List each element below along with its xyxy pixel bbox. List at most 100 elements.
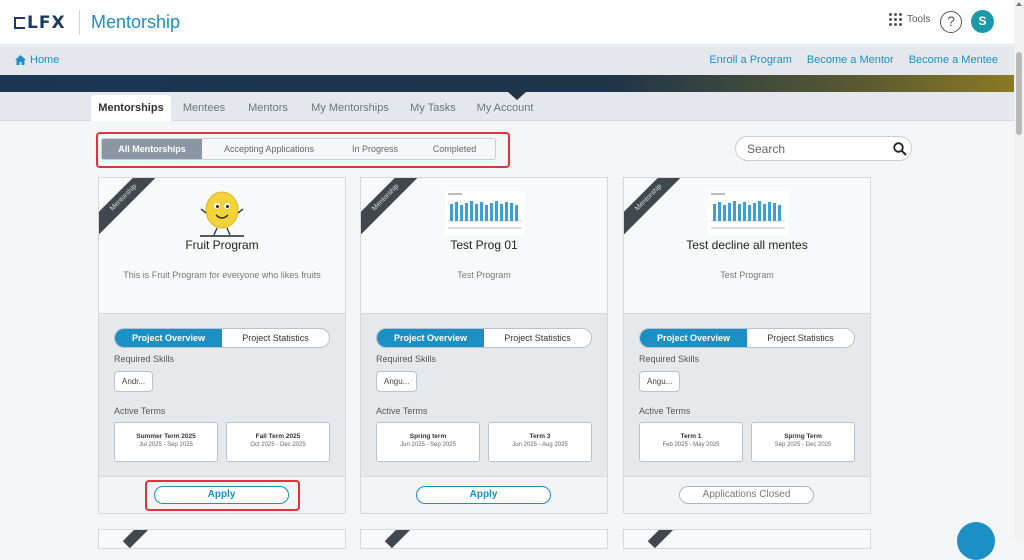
term-name: Fall Term 2025 (255, 433, 301, 440)
card-description: This is Fruit Program for everyone who l… (123, 270, 321, 280)
card-details: Project Overview Project Statistics Requ… (99, 313, 345, 476)
program-card-partial (360, 529, 608, 549)
term-box[interactable]: Spring term Jun 2025 - Sep 2025 (376, 422, 480, 462)
project-overview-tab[interactable]: Project Overview (640, 329, 747, 347)
term-dates: Oct 2025 - Dec 2025 (250, 442, 306, 448)
term-box[interactable]: Term 3 Jun 2025 - Aug 2025 (488, 422, 592, 462)
term-dates: Sep 2025 - Dec 2025 (774, 442, 832, 448)
tab-my-mentorships[interactable]: My Mentorships (306, 95, 394, 121)
mentorship-ribbon: Mentorship (624, 178, 694, 243)
applications-closed-button: Applications Closed (679, 486, 814, 504)
overview-statistics-toggle: Project Overview Project Statistics (114, 328, 330, 348)
card-title[interactable]: Test decline all mentes (624, 238, 870, 252)
logo-mark-icon (14, 17, 25, 29)
filter-in-progress[interactable]: In Progress (336, 139, 414, 159)
tab-mentees[interactable]: Mentees (176, 95, 232, 121)
project-statistics-tab[interactable]: Project Statistics (484, 329, 591, 347)
filter-accepting-applications[interactable]: Accepting Applications (202, 139, 336, 159)
home-icon (15, 55, 26, 65)
mentorship-ribbon: Mentorship (99, 178, 169, 243)
filter-completed[interactable]: Completed (414, 139, 495, 159)
apply-button[interactable]: Apply (416, 486, 551, 504)
floating-action-button[interactable] (957, 522, 995, 560)
search-icon[interactable] (893, 142, 907, 156)
apply-highlight (145, 480, 300, 511)
logo-divider (79, 10, 80, 35)
overview-statistics-toggle: Project Overview Project Statistics (376, 328, 592, 348)
gradient-banner (0, 75, 1014, 92)
card-header: Mentorship Fruit Program This is Fruit P… (99, 178, 345, 313)
term-box[interactable]: Fall Term 2025 Oct 2025 - Dec 2025 (226, 422, 330, 462)
lfx-logo[interactable]: LFX (14, 13, 66, 33)
active-terms-label: Active Terms (114, 406, 166, 416)
term-name: Term 1 (680, 433, 702, 440)
card-footer: Apply (361, 476, 607, 513)
tab-my-tasks[interactable]: My Tasks (404, 95, 462, 121)
help-icon[interactable]: ? (940, 11, 962, 33)
filter-all-mentorships[interactable]: All Mentorships (102, 139, 202, 159)
scroll-up-icon[interactable] (1016, 2, 1022, 6)
tools-label: Tools (907, 14, 931, 25)
card-title[interactable]: Fruit Program (99, 238, 345, 252)
app-title[interactable]: Mentorship (91, 12, 180, 33)
mentorship-ribbon (647, 530, 691, 548)
card-header: Mentorship Test decline all mentes Test … (624, 178, 870, 313)
skill-chip: Angu... (376, 371, 418, 392)
project-overview-tab[interactable]: Project Overview (377, 329, 484, 347)
grid-icon (889, 13, 902, 26)
program-card-partial (623, 529, 871, 549)
sub-navigation: Home Enroll a Program Become a Mentor Be… (0, 46, 1014, 75)
term-name: Term 3 (529, 433, 551, 440)
search-input[interactable] (747, 141, 887, 157)
mentorship-ribbon: Mentorship (361, 178, 431, 243)
avatar[interactable]: S (971, 10, 994, 33)
term-dates: Jul 2025 - Sep 2025 (139, 442, 193, 448)
program-card: Mentorship Fruit Program This is Fruit P… (98, 177, 346, 514)
skill-chip: Angu... (639, 371, 681, 392)
scroll-thumb[interactable] (1016, 52, 1022, 135)
term-name: Summer Term 2025 (136, 433, 196, 440)
term-box[interactable]: Term 1 Feb 2025 - May 2025 (639, 422, 743, 462)
tab-mentorships[interactable]: Mentorships (91, 95, 171, 121)
skill-chip: Andr... (114, 371, 154, 392)
project-statistics-tab[interactable]: Project Statistics (222, 329, 329, 347)
program-card: Mentorship Test decline all mentes Test … (623, 177, 871, 514)
program-card: Mentorship Test Prog 01 Test Program Pro… (360, 177, 608, 514)
term-box[interactable]: Spring Term Sep 2025 - Dec 2025 (751, 422, 855, 462)
project-overview-tab[interactable]: Project Overview (115, 329, 222, 347)
term-dates: Feb 2025 - May 2025 (662, 442, 720, 448)
subnav-links: Enroll a Program Become a Mentor Become … (709, 54, 998, 66)
home-link[interactable]: Home (15, 54, 59, 66)
enroll-program-link[interactable]: Enroll a Program (709, 54, 792, 66)
card-description: Test Program (720, 270, 774, 280)
overview-statistics-toggle: Project Overview Project Statistics (639, 328, 855, 348)
required-skills-label: Required Skills (639, 354, 700, 364)
term-name: Spring term (409, 433, 447, 440)
tab-mentors[interactable]: Mentors (240, 95, 296, 121)
card-header: Mentorship Test Prog 01 Test Program (361, 178, 607, 313)
search-box (735, 136, 912, 161)
card-title[interactable]: Test Prog 01 (361, 238, 607, 252)
become-mentee-link[interactable]: Become a Mentee (909, 54, 998, 66)
card-footer: Applications Closed (624, 476, 870, 513)
home-label: Home (30, 54, 60, 66)
filter-group: All Mentorships Accepting Applications I… (101, 138, 496, 160)
term-box[interactable]: Summer Term 2025 Jul 2025 - Sep 2025 (114, 422, 218, 462)
become-mentor-link[interactable]: Become a Mentor (807, 54, 894, 66)
fruit-logo-image (200, 191, 244, 237)
card-description: Test Program (457, 270, 511, 280)
active-terms-label: Active Terms (639, 406, 691, 416)
term-dates: Jun 2025 - Sep 2025 (400, 442, 456, 448)
mentorship-ribbon (122, 530, 166, 548)
page-scrollbar[interactable] (1014, 0, 1024, 540)
term-dates: Jun 2025 - Aug 2025 (512, 442, 568, 448)
tools-menu[interactable]: Tools (889, 13, 930, 26)
card-details: Project Overview Project Statistics Requ… (624, 313, 870, 476)
active-terms-label: Active Terms (376, 406, 428, 416)
tab-my-account[interactable]: My Account (470, 95, 540, 121)
main-tabs: Mentorships Mentees Mentors My Mentorshi… (0, 92, 1014, 121)
chart-thumbnail-image (445, 191, 525, 235)
banner-notch (508, 92, 526, 100)
project-statistics-tab[interactable]: Project Statistics (747, 329, 854, 347)
required-skills-label: Required Skills (376, 354, 437, 364)
